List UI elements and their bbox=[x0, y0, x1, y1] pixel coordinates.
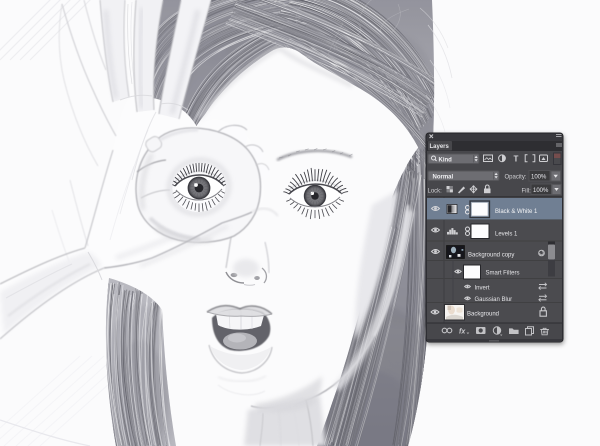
svg-text:Background copy: Background copy bbox=[468, 253, 514, 259]
svg-text:T: T bbox=[514, 155, 519, 164]
svg-text:Smart Filters: Smart Filters bbox=[486, 271, 520, 277]
svg-text:Invert: Invert bbox=[475, 285, 490, 291]
svg-text:Normal: Normal bbox=[433, 174, 454, 180]
svg-text:Gaussian Blur: Gaussian Blur bbox=[475, 297, 513, 303]
svg-text:Levels 1: Levels 1 bbox=[495, 232, 518, 238]
svg-text:Opacity:: Opacity: bbox=[505, 175, 527, 181]
svg-text:Kind: Kind bbox=[439, 158, 453, 164]
svg-text:Fill:: Fill: bbox=[522, 189, 532, 195]
svg-text:100%: 100% bbox=[531, 175, 547, 181]
svg-text:Lock:: Lock: bbox=[428, 189, 443, 195]
svg-text:100%: 100% bbox=[533, 188, 549, 194]
svg-text:Background: Background bbox=[467, 312, 499, 318]
svg-text:Black & White 1: Black & White 1 bbox=[495, 209, 538, 215]
svg-text:fx: fx bbox=[459, 329, 466, 336]
svg-text:Layers: Layers bbox=[430, 144, 450, 150]
